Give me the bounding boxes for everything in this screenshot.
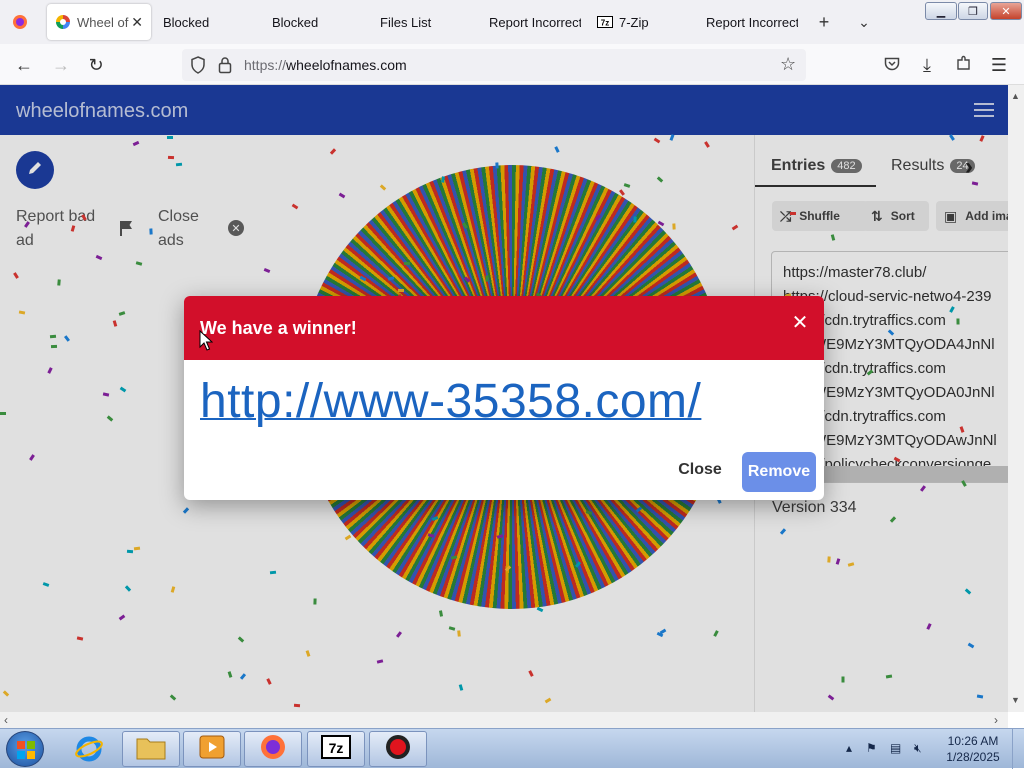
tab-blocked-2[interactable]: Blocked	[264, 4, 368, 40]
tab-7zip[interactable]: 7z 7-Zip	[589, 4, 693, 40]
show-desktop-button[interactable]	[1012, 729, 1024, 769]
close-tab-icon[interactable]: ✕	[131, 14, 143, 31]
winner-link[interactable]: http://www-35358.com/	[200, 374, 701, 429]
firefox-taskbar-button[interactable]	[244, 731, 302, 767]
mouse-cursor-icon	[199, 329, 214, 352]
bookmark-star-icon[interactable]: ☆	[780, 54, 796, 75]
media-player-icon	[198, 734, 226, 765]
close-button[interactable]: Close	[664, 452, 736, 488]
minimize-icon: ▁	[936, 5, 946, 18]
winner-dialog-title: We have a winner!	[200, 318, 357, 338]
browser-tab-strip: Wheel of ✕ Blocked Blocked Files List Re…	[0, 0, 1024, 44]
internet-explorer-icon[interactable]	[70, 733, 108, 765]
firefox-icon	[12, 14, 28, 30]
svg-text:7z: 7z	[329, 740, 344, 756]
dialog-close-icon[interactable]: ✕	[788, 310, 812, 334]
tab-label: 7-Zip	[619, 14, 649, 30]
start-button[interactable]	[6, 731, 44, 767]
list-all-tabs-button[interactable]: ⌄	[850, 8, 878, 36]
maximize-button[interactable]: ❐	[958, 2, 988, 20]
tab-report-incorrect-2[interactable]: Report Incorrect	[698, 4, 798, 40]
file-explorer-taskbar-button[interactable]	[122, 731, 180, 767]
url-protocol: https://	[244, 57, 287, 73]
reload-icon: ↻	[88, 54, 104, 75]
volume-muted-icon[interactable]: 🔇︎	[914, 741, 922, 756]
windows-taskbar: 7z ▴ ⚑ ▤ 🔇︎ 10:26 AM 1/28/2025	[0, 728, 1024, 769]
scroll-down-icon[interactable]: ▼	[1011, 695, 1020, 705]
svg-text:7z: 7z	[601, 19, 609, 28]
reload-button[interactable]: ↻	[83, 52, 109, 78]
page-horizontal-scrollbar[interactable]: ‹ ›	[0, 712, 1008, 728]
tab-label: Blocked	[272, 14, 319, 30]
hamburger-icon: ☰	[990, 54, 1008, 75]
puzzle-icon	[956, 55, 972, 76]
tab-wheel-of-names[interactable]: Wheel of ✕	[47, 4, 151, 40]
arrow-left-icon: ←	[15, 54, 33, 75]
tab-label: Report Incorrect	[706, 14, 798, 30]
windows-logo-icon	[17, 741, 35, 764]
tab-report-incorrect-1[interactable]: Report Incorrect	[481, 4, 581, 40]
7zip-icon: 7z	[321, 734, 351, 764]
pocket-icon	[884, 55, 900, 76]
restore-icon: ❐	[968, 5, 978, 18]
url-text[interactable]: https://wheelofnames.com	[244, 57, 407, 73]
scroll-up-icon[interactable]: ▲	[1011, 91, 1020, 101]
tab-blocked-1[interactable]: Blocked	[155, 4, 259, 40]
app-menu-button[interactable]: ☰	[986, 52, 1012, 78]
lock-icon[interactable]	[218, 56, 232, 79]
page-vertical-scrollbar[interactable]: ▲ ▼	[1008, 85, 1024, 712]
remove-button[interactable]: Remove	[742, 452, 816, 492]
close-icon: ✕	[1001, 5, 1011, 18]
new-tab-button[interactable]: +	[810, 8, 838, 36]
media-player-taskbar-button[interactable]	[183, 731, 241, 767]
address-bar[interactable]: https://wheelofnames.com ☆	[182, 49, 806, 81]
network-icon[interactable]: ▤	[890, 741, 901, 755]
winner-dialog-header: We have a winner! ✕	[184, 296, 824, 360]
chevron-down-icon: ⌄	[858, 13, 870, 30]
plus-icon: +	[818, 11, 830, 32]
folder-icon	[136, 734, 166, 765]
record-icon	[384, 733, 412, 766]
navigation-toolbar: ← → ↻ https://wheelofnames.com ☆ ⤓ ☰	[0, 44, 1024, 85]
tab-label: Files List	[380, 14, 432, 30]
url-host: wheelofnames.com	[286, 57, 407, 73]
winner-dialog: We have a winner! ✕ http://www-35358.com…	[184, 296, 824, 500]
wheelofnames-icon	[55, 14, 71, 30]
page-viewport: wheelofnames.com Report bad ad Close ads…	[0, 85, 1008, 712]
recorder-taskbar-button[interactable]	[369, 731, 427, 767]
7zip-icon: 7z	[597, 14, 613, 30]
7zip-taskbar-button[interactable]: 7z	[307, 731, 365, 767]
extensions-button[interactable]	[951, 52, 977, 78]
scroll-left-icon[interactable]: ‹	[4, 713, 8, 727]
show-hidden-icons-icon[interactable]: ▴	[846, 741, 852, 755]
system-clock[interactable]: 10:26 AM 1/28/2025	[940, 733, 1006, 765]
tab-label: Blocked	[163, 14, 210, 30]
pocket-button[interactable]	[879, 52, 905, 78]
clock-time: 10:26 AM	[947, 734, 999, 748]
minimize-button[interactable]: ▁	[925, 2, 957, 20]
arrow-right-icon: →	[52, 54, 70, 75]
downloads-button[interactable]: ⤓	[914, 52, 940, 78]
firefox-menu-tab[interactable]	[4, 4, 40, 40]
firefox-icon	[259, 733, 287, 766]
forward-button[interactable]: →	[48, 52, 74, 78]
action-center-flag-icon[interactable]: ⚑	[866, 741, 877, 755]
tab-files-list[interactable]: Files List	[372, 4, 476, 40]
clock-date: 1/28/2025	[946, 750, 1000, 764]
back-button[interactable]: ←	[11, 52, 37, 78]
window-close-button[interactable]: ✕	[990, 2, 1022, 20]
tab-label: Report Incorrect	[489, 14, 581, 30]
download-icon: ⤓	[923, 54, 931, 75]
tab-label: Wheel of	[77, 14, 129, 30]
scroll-right-icon[interactable]: ›	[994, 713, 998, 727]
shield-icon[interactable]	[190, 56, 206, 79]
